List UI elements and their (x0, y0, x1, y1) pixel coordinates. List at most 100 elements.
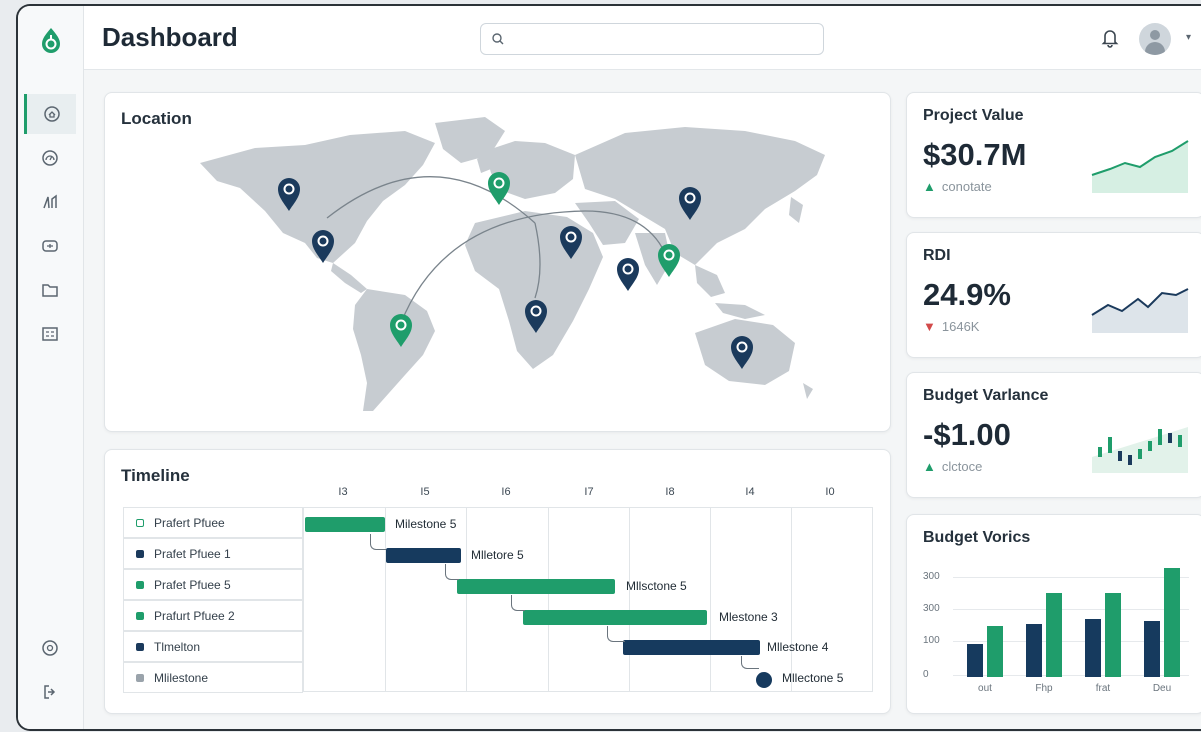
project-value-amount: $30.7M (923, 137, 1027, 172)
budget-bar[interactable] (1164, 568, 1180, 677)
phase-marker-icon (136, 580, 144, 589)
timeline-column-header: I6 (501, 486, 511, 498)
phase-marker-icon (136, 518, 144, 527)
timeline-row[interactable]: Mlilestone (123, 662, 303, 693)
milestone-label: Mlestone 3 (719, 610, 778, 624)
project-value-card: Project Value $30.7M ▲ conotate (906, 92, 1201, 218)
x-tick-label: Deu (1152, 683, 1172, 694)
bell-icon[interactable] (1101, 28, 1119, 53)
budget-chart-card: Budget Vorics 300 300 100 0 out Fhp frat Deu (906, 514, 1201, 714)
x-tick-label: Fhp (1035, 683, 1053, 694)
budget-bar[interactable] (1085, 619, 1101, 677)
y-tick-label: 100 (923, 635, 940, 646)
nav-folder-icon[interactable] (24, 270, 76, 310)
phase-marker-icon (136, 611, 144, 620)
timeline-row[interactable]: Tlmelton (123, 631, 303, 662)
timeline-row-label: Prafurt Pfuee 2 (154, 608, 235, 623)
timeline-row[interactable]: Prafet Pfuee 1 (123, 538, 303, 569)
y-tick-label: 300 (923, 571, 940, 582)
dependency-connector (607, 626, 625, 642)
budget-bar[interactable] (1026, 624, 1042, 677)
page-title: Dashboard (102, 22, 238, 52)
timeline-row-label: Tlmelton (154, 639, 201, 654)
gantt-bar[interactable] (386, 548, 461, 563)
milestone-label: Mllectone 5 (782, 671, 844, 685)
roi-card: RDI 24.9% ▼ 1646K (906, 232, 1201, 358)
budget-bar[interactable] (967, 644, 983, 677)
world-map (200, 117, 825, 411)
milestone-label: Mllestone 4 (767, 640, 829, 654)
logo-icon[interactable] (37, 26, 65, 54)
budget-bar[interactable] (987, 625, 1003, 677)
budget-variance-title: Budget Varlance (923, 387, 1049, 404)
roi-sub-text: 1646K (941, 319, 980, 334)
avatar[interactable] (1139, 23, 1171, 55)
timeline-column-header: I5 (420, 486, 430, 498)
nav-grid-icon[interactable] (24, 314, 76, 354)
phase-marker-icon (136, 642, 144, 651)
gantt-bar[interactable] (457, 579, 615, 594)
phase-marker-icon (136, 673, 144, 682)
timeline-column-header: I0 (825, 486, 835, 498)
map-pin-icon[interactable] (488, 172, 510, 205)
nav-chart-icon[interactable] (24, 182, 76, 222)
roi-title: RDI (923, 247, 951, 264)
trend-up-icon: ▲ (923, 179, 936, 194)
trend-down-icon: ▼ (923, 319, 936, 334)
map-pin-icon[interactable] (617, 258, 639, 291)
timeline-row-label: Prafet Pfuee 1 (154, 546, 231, 561)
x-tick-label: out (978, 683, 992, 694)
budget-variance-sub-text: clctoce (941, 459, 983, 474)
timeline-row-label: Mlilestone (154, 670, 209, 685)
gantt-bar[interactable] (623, 640, 760, 655)
search-icon (491, 32, 505, 51)
gantt-bar[interactable] (305, 517, 385, 532)
timeline-row-label: Prafert Pfuee (154, 515, 225, 530)
nav-gauge-icon[interactable] (24, 138, 76, 178)
dependency-connector (370, 534, 386, 550)
gridline (953, 577, 1189, 578)
timeline-row[interactable]: Prafet Pfuee 5 (123, 569, 303, 600)
location-card: Location (104, 92, 891, 432)
header: Dashboard ▾ (84, 6, 1201, 70)
timeline-row[interactable]: Prafurt Pfuee 2 (123, 600, 303, 631)
budget-variance-amount: -$1.00 (923, 417, 1011, 452)
project-value-sparkline (1091, 140, 1189, 193)
milestone-label: Mlletore 5 (471, 548, 524, 562)
nav-home-icon[interactable] (24, 94, 76, 134)
budget-bar[interactable] (1144, 620, 1160, 677)
x-tick-label: frat (1095, 683, 1111, 694)
timeline-column-header: I3 (338, 486, 348, 498)
dependency-connector (445, 564, 459, 580)
timeline-chart-area (303, 507, 873, 692)
chevron-down-icon[interactable]: ▾ (1186, 32, 1191, 43)
budget-bar[interactable] (1105, 592, 1121, 677)
budget-variance-card: Budget Varlance -$1.00 ▲ clctoce (906, 372, 1201, 498)
gridline (953, 609, 1189, 610)
dependency-connector (741, 656, 759, 669)
dependency-connector (511, 595, 525, 611)
milestone-dot[interactable] (756, 672, 772, 688)
app-window: Dashboard ▾ Location Project Value $30.7… (16, 4, 1201, 731)
nav-settings-icon[interactable] (24, 628, 76, 668)
nav-monitor-icon[interactable] (24, 226, 76, 266)
budget-bar-chart: 300 300 100 0 out Fhp frat Deu (907, 515, 1201, 715)
budget-bar[interactable] (1046, 592, 1062, 677)
y-tick-label: 300 (923, 603, 940, 614)
timeline-column-header: I8 (665, 486, 675, 498)
milestone-label: Milestone 5 (395, 517, 457, 531)
timeline-title: Timeline (121, 466, 190, 485)
timeline-column-header: I7 (584, 486, 594, 498)
phase-marker-icon (136, 549, 144, 558)
budget-variance-sparkline (1092, 427, 1188, 473)
search-input[interactable] (480, 23, 824, 55)
roi-sub: ▼ 1646K (923, 319, 979, 334)
budget-variance-sub: ▲ clctoce (923, 459, 982, 474)
timeline-row-label: Prafet Pfuee 5 (154, 577, 231, 592)
project-value-sub: ▲ conotate (923, 179, 992, 194)
timeline-row[interactable]: Prafert Pfuee (123, 507, 303, 538)
nav-logout-icon[interactable] (24, 672, 76, 712)
project-value-title: Project Value (923, 107, 1024, 124)
roi-amount: 24.9% (923, 277, 1011, 312)
gantt-bar[interactable] (523, 610, 707, 625)
